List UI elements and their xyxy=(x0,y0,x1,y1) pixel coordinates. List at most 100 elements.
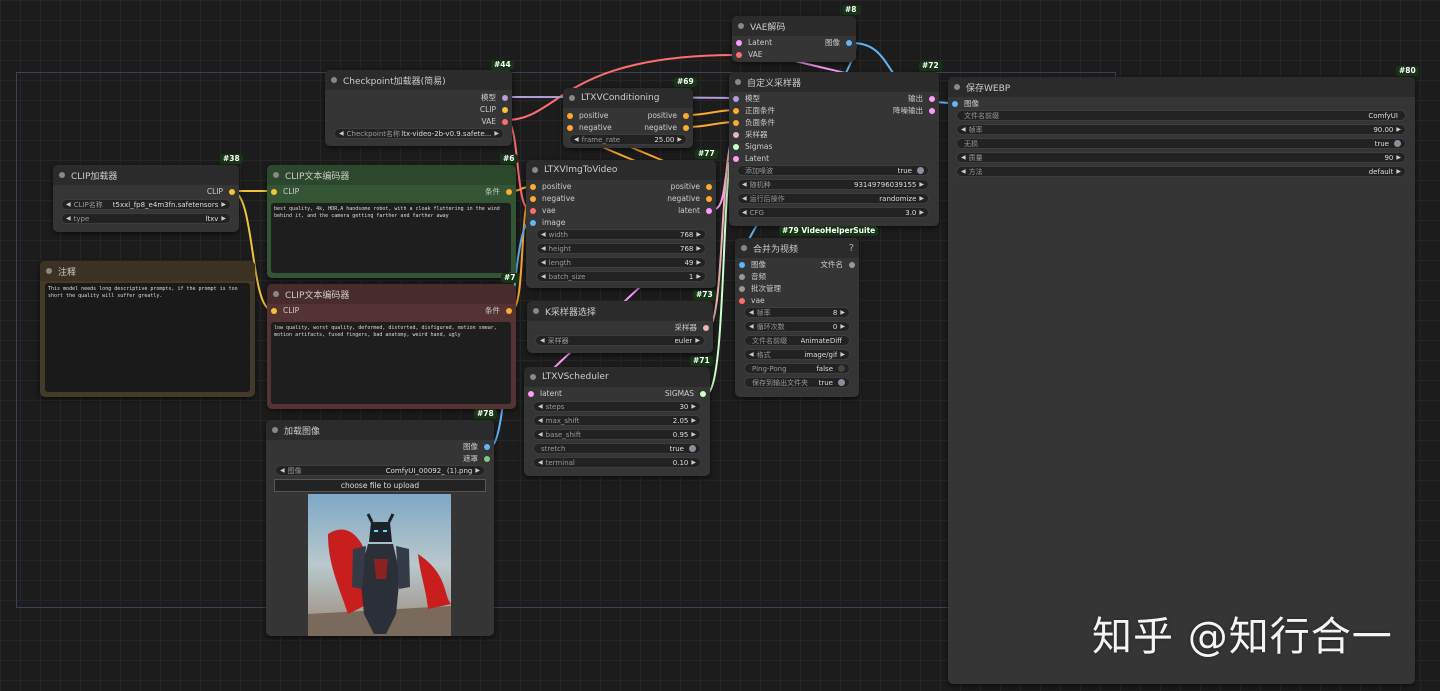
collapse-dot-icon[interactable] xyxy=(954,84,960,90)
output-filenames[interactable]: 文件名 xyxy=(821,260,855,270)
arrow-right-icon[interactable]: ▶ xyxy=(840,309,845,316)
ping-pong-toggle[interactable]: Ping-Pong false xyxy=(744,363,850,374)
save-output-toggle[interactable]: 保存到输出文件夹 true xyxy=(744,377,850,388)
arrow-right-icon[interactable]: ▶ xyxy=(494,130,499,137)
output-clip[interactable]: CLIP xyxy=(207,187,235,197)
note-node[interactable]: 注释 This model needs long descriptive pro… xyxy=(40,261,255,397)
input-positive[interactable]: positive xyxy=(567,111,608,121)
image-file-combo[interactable]: ◀ 图像 ComfyUI_00092_ (1).png ▶ xyxy=(275,465,485,476)
save-webp-node[interactable]: 保存WEBP 图像 文件名前缀 ComfyUI ◀ 帧率 90.00 ▶ 无损 true … xyxy=(948,77,1415,684)
arrow-left-icon[interactable]: ◀ xyxy=(66,201,71,208)
input-vae[interactable]: vae xyxy=(739,296,765,306)
collapse-dot-icon[interactable] xyxy=(272,427,278,433)
clip-name-combo[interactable]: ◀ CLIP名称 t5xxl_fp8_e4m3fn.safetensors ▶ xyxy=(61,199,231,210)
output-negative[interactable]: negative xyxy=(644,123,689,133)
arrow-right-icon[interactable]: ▶ xyxy=(1396,154,1401,161)
collapse-dot-icon[interactable] xyxy=(532,167,538,173)
arrow-left-icon[interactable]: ◀ xyxy=(961,168,966,175)
help-icon[interactable]: ? xyxy=(849,243,854,254)
filename-prefix-field[interactable]: 文件名前缀 AnimateDiff xyxy=(744,335,850,346)
arrow-right-icon[interactable]: ▶ xyxy=(677,136,682,143)
arrow-left-icon[interactable]: ◀ xyxy=(961,126,966,133)
ltxv-img-to-video-node[interactable]: LTXVImgToVideo positive negative vae ima… xyxy=(526,160,716,288)
arrow-left-icon[interactable]: ◀ xyxy=(538,403,543,410)
output-conditioning[interactable]: 条件 xyxy=(485,187,512,197)
clip-loader-node[interactable]: CLIP加载器 CLIP ◀ CLIP名称 t5xxl_fp8_e4m3fn.saf… xyxy=(53,165,239,232)
steps-widget[interactable]: ◀ steps 30 ▶ xyxy=(533,401,701,412)
collapse-dot-icon[interactable] xyxy=(569,95,575,101)
ltxv-conditioning-node[interactable]: LTXVConditioning positive negative posit… xyxy=(563,88,693,148)
input-image[interactable]: image xyxy=(530,218,565,228)
arrow-left-icon[interactable]: ◀ xyxy=(280,467,285,474)
arrow-left-icon[interactable]: ◀ xyxy=(742,209,747,216)
seed-widget[interactable]: ◀ 随机种 931497960391​55 ▶ xyxy=(737,179,929,190)
checkpoint-loader-node[interactable]: Checkpoint加载器(简易) 模型 CLIP VAE ◀ Checkpoin… xyxy=(325,70,512,146)
arrow-right-icon[interactable]: ▶ xyxy=(840,323,845,330)
arrow-right-icon[interactable]: ▶ xyxy=(919,195,924,202)
video-combine-node[interactable]: 合并为视频? 图像 音频 批次管理 vae 文件名 ◀ 帧率 8 ▶ ◀ 循环次数 0 ▶ … xyxy=(735,238,859,397)
input-sigmas[interactable]: Sigmas xyxy=(733,142,772,152)
arrow-left-icon[interactable]: ◀ xyxy=(541,231,546,238)
input-batch-manager[interactable]: 批次管理 xyxy=(739,284,781,294)
ltxv-scheduler-node[interactable]: LTXVScheduler latent SIGMAS ◀ steps 30 ▶ ◀ m… xyxy=(524,367,710,476)
node-canvas[interactable]: VAE解码 Latent VAE 图像 #8 Checkpoint加载器(简易)… xyxy=(0,0,1440,691)
arrow-right-icon[interactable]: ▶ xyxy=(691,431,696,438)
input-latent[interactable]: latent xyxy=(528,389,562,399)
add-noise-toggle[interactable]: 添加噪波 true xyxy=(737,165,929,176)
height-widget[interactable]: ◀ height 768 ▶ xyxy=(536,243,706,254)
input-positive[interactable]: 正面条件 xyxy=(733,106,775,116)
clip-type-combo[interactable]: ◀ type ltxv ▶ xyxy=(61,213,231,224)
ksampler-select-node[interactable]: K采样器选择 采样器 ◀ 采样器 euler ▶ xyxy=(527,301,713,353)
output-sampler[interactable]: 采样器 xyxy=(675,323,709,333)
arrow-left-icon[interactable]: ◀ xyxy=(66,215,71,222)
arrow-right-icon[interactable]: ▶ xyxy=(221,201,226,208)
output-vae[interactable]: VAE xyxy=(481,117,508,127)
input-latent[interactable]: Latent xyxy=(733,154,769,164)
width-widget[interactable]: ◀ width 768 ▶ xyxy=(536,229,706,240)
input-model[interactable]: 模型 xyxy=(733,94,760,104)
cfg-widget[interactable]: ◀ CFG 3.0 ▶ xyxy=(737,207,929,218)
arrow-right-icon[interactable]: ▶ xyxy=(919,181,924,188)
stretch-toggle[interactable]: stretch true xyxy=(533,443,701,454)
arrow-left-icon[interactable]: ◀ xyxy=(749,309,754,316)
sampler-name-combo[interactable]: ◀ 采样器 euler ▶ xyxy=(535,335,705,346)
collapse-dot-icon[interactable] xyxy=(530,374,536,380)
collapse-dot-icon[interactable] xyxy=(46,268,52,274)
arrow-right-icon[interactable]: ▶ xyxy=(695,337,700,344)
arrow-left-icon[interactable]: ◀ xyxy=(538,417,543,424)
ckpt-name-combo[interactable]: ◀ Checkpoint名称 ltx-video-2b-v0.9.safete...… xyxy=(334,128,504,139)
arrow-right-icon[interactable]: ▶ xyxy=(221,215,226,222)
frame-rate-widget[interactable]: ◀ 帧率 8 ▶ xyxy=(744,307,850,318)
batch-size-widget[interactable]: ◀ batch_size 1 ▶ xyxy=(536,271,706,282)
frame-rate-widget[interactable]: ◀ frame_rate 25.00 ▶ xyxy=(569,134,687,145)
collapse-dot-icon[interactable] xyxy=(331,77,337,83)
arrow-right-icon[interactable]: ▶ xyxy=(840,351,845,358)
output-sigmas[interactable]: SIGMAS xyxy=(665,389,706,399)
arrow-left-icon[interactable]: ◀ xyxy=(574,136,579,143)
arrow-right-icon[interactable]: ▶ xyxy=(691,417,696,424)
note-textarea[interactable]: This model needs long descriptive prompt… xyxy=(45,283,250,392)
arrow-left-icon[interactable]: ◀ xyxy=(541,259,546,266)
collapse-dot-icon[interactable] xyxy=(738,23,744,29)
format-combo[interactable]: ◀ 格式 image/gif ▶ xyxy=(744,349,850,360)
output-positive[interactable]: positive xyxy=(648,111,689,121)
output-image[interactable]: 图像 xyxy=(825,38,852,48)
arrow-right-icon[interactable]: ▶ xyxy=(1396,126,1401,133)
arrow-left-icon[interactable]: ◀ xyxy=(742,181,747,188)
arrow-left-icon[interactable]: ◀ xyxy=(961,154,966,161)
fps-widget[interactable]: ◀ 帧率 90.00 ▶ xyxy=(956,124,1406,135)
input-audio[interactable]: 音频 xyxy=(739,272,766,282)
input-vae[interactable]: vae xyxy=(530,206,556,216)
length-widget[interactable]: ◀ length 49 ▶ xyxy=(536,257,706,268)
quality-widget[interactable]: ◀ 质量 90 ▶ xyxy=(956,152,1406,163)
collapse-dot-icon[interactable] xyxy=(533,308,539,314)
arrow-right-icon[interactable]: ▶ xyxy=(919,209,924,216)
input-latent[interactable]: Latent xyxy=(736,38,772,48)
output-output[interactable]: 输出 xyxy=(908,94,935,104)
vae-decode-node[interactable]: VAE解码 Latent VAE 图像 xyxy=(732,16,856,62)
prompt-textarea[interactable]: best quality, 4k, HDR,A handsome robot, … xyxy=(271,203,511,273)
arrow-left-icon[interactable]: ◀ xyxy=(538,459,543,466)
input-image[interactable]: 图像 xyxy=(952,99,979,109)
arrow-left-icon[interactable]: ◀ xyxy=(541,245,546,252)
prompt-textarea[interactable]: low quality, worst quality, deformed, di… xyxy=(271,322,511,404)
